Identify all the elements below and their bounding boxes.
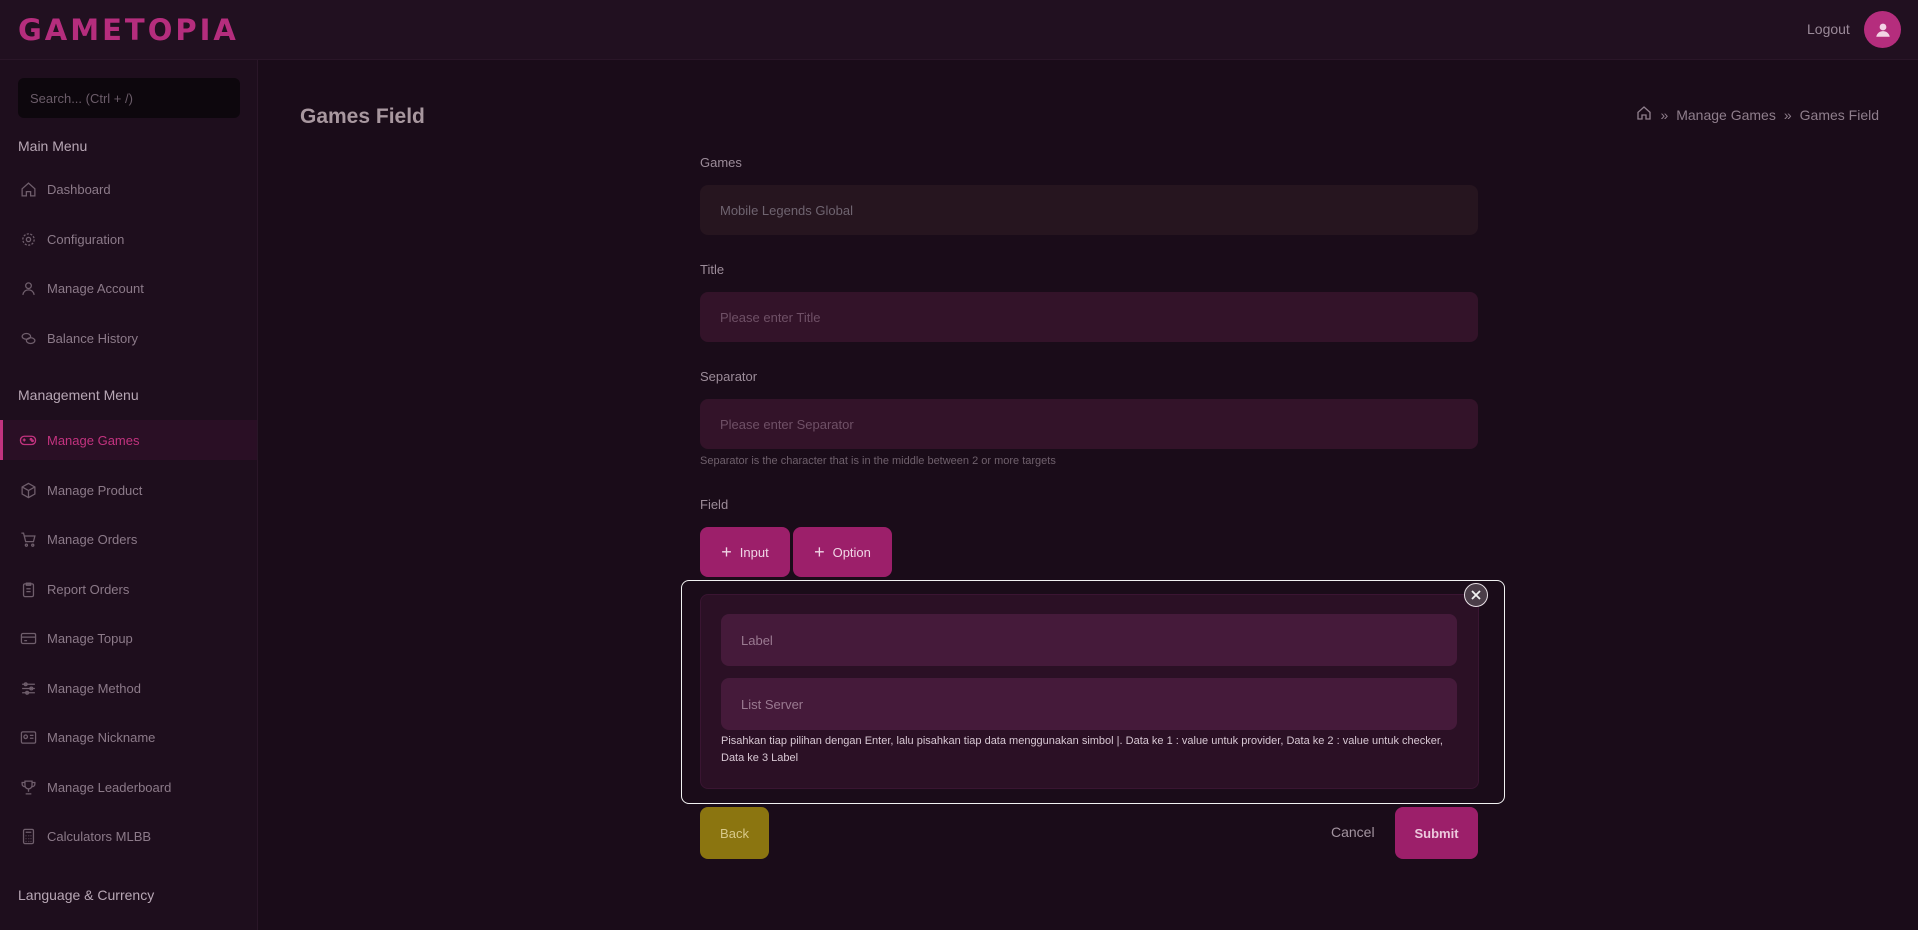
back-button[interactable]: Back <box>700 807 769 859</box>
separator-hint: Separator is the character that is in th… <box>700 455 1056 467</box>
sidebar-item-calculators-mlbb[interactable]: Calculators MLBB <box>0 816 257 856</box>
add-input-button[interactable]: + Input <box>700 527 790 577</box>
gear-icon <box>18 229 38 249</box>
add-option-label: Option <box>832 544 871 560</box>
cart-icon <box>18 529 38 549</box>
trophy-icon <box>18 777 38 797</box>
page-title: Games Field <box>300 105 425 128</box>
sidebar-item-manage-leaderboard[interactable]: Manage Leaderboard <box>0 767 257 807</box>
sidebar-item-manage-orders[interactable]: Manage Orders <box>0 519 257 559</box>
games-label: Games <box>700 155 742 170</box>
calculator-icon <box>18 826 38 846</box>
separator-label: Separator <box>700 369 758 384</box>
main-menu-heading: Main Menu <box>18 138 88 154</box>
user-icon <box>18 278 38 298</box>
plus-icon: + <box>814 542 825 562</box>
sidebar-item-label: Manage Orders <box>47 531 138 547</box>
sidebar-item-balance-history[interactable]: Balance History <box>0 318 257 358</box>
sidebar-item-label: Manage Topup <box>47 630 133 646</box>
sidebar-item-dashboard[interactable]: Dashboard <box>0 169 257 209</box>
submit-button[interactable]: Submit <box>1395 807 1478 859</box>
sidebar-item-label: Manage Games <box>47 432 140 448</box>
list-server-textarea[interactable]: List Server <box>721 678 1457 730</box>
title-label: Title <box>700 262 725 277</box>
option-label-input[interactable]: Label <box>721 614 1457 666</box>
sidebar-item-label: Manage Method <box>47 680 141 696</box>
chevrons-right-icon: » <box>1783 106 1792 123</box>
add-option-button[interactable]: + Option <box>793 527 892 577</box>
sidebar-item-label: Dashboard <box>47 181 111 197</box>
avatar[interactable] <box>1864 11 1901 48</box>
sidebar-item-label: Manage Product <box>47 482 143 498</box>
home-icon[interactable] <box>1636 105 1652 124</box>
box-icon <box>18 480 38 500</box>
option-hint: Pisahkan tiap pilihan dengan Enter, lalu… <box>721 735 1443 764</box>
id-card-icon <box>18 727 38 747</box>
sidebar-item-manage-product[interactable]: Manage Product <box>0 470 257 510</box>
logout-link[interactable]: Logout <box>1807 21 1850 37</box>
search-input[interactable] <box>18 78 240 118</box>
sidebar-item-label: Manage Nickname <box>47 729 156 745</box>
field-label: Field <box>700 497 729 512</box>
sidebar-item-label: Manage Account <box>47 280 144 296</box>
close-button[interactable] <box>1464 583 1488 607</box>
sidebar-item-configuration[interactable]: Configuration <box>0 219 257 259</box>
breadcrumb: » Manage Games » Games Field <box>1636 105 1879 124</box>
chevrons-right-icon: » <box>1660 106 1669 123</box>
sidebar-item-label: Manage Leaderboard <box>47 779 172 795</box>
app-logo[interactable]: GAMETOPIA <box>18 13 239 47</box>
sidebar-item-label: Calculators MLBB <box>47 828 152 844</box>
sidebar-item-manage-games[interactable]: Manage Games <box>0 420 257 460</box>
sidebar-item-manage-topup[interactable]: Manage Topup <box>0 618 257 658</box>
breadcrumb-manage-games[interactable]: Manage Games <box>1676 107 1776 123</box>
sidebar-item-manage-method[interactable]: Manage Method <box>0 668 257 708</box>
close-icon <box>1471 590 1481 600</box>
plus-icon: + <box>721 542 732 562</box>
clipboard-icon <box>18 579 38 599</box>
sidebar-item-manage-nickname[interactable]: Manage Nickname <box>0 717 257 757</box>
games-field: Mobile Legends Global <box>700 185 1478 235</box>
sidebar-item-label: Configuration <box>47 231 125 247</box>
separator-input[interactable]: Please enter Separator <box>700 399 1478 449</box>
add-input-label: Input <box>739 544 769 560</box>
card-icon <box>18 628 38 648</box>
title-input[interactable]: Please enter Title <box>700 292 1478 342</box>
sidebar-item-manage-account[interactable]: Manage Account <box>0 268 257 308</box>
sidebar: Main Menu Dashboard Configuration Manage… <box>0 60 258 930</box>
language-currency-heading: Language & Currency <box>18 887 155 903</box>
sidebar-item-report-orders[interactable]: Report Orders <box>0 569 257 609</box>
gamepad-icon <box>18 430 38 450</box>
home-icon <box>18 179 38 199</box>
top-bar: GAMETOPIA Logout <box>0 0 1918 60</box>
sidebar-item-label: Balance History <box>47 330 139 346</box>
coins-icon <box>18 328 38 348</box>
management-menu-heading: Management Menu <box>18 387 139 403</box>
breadcrumb-games-field: Games Field <box>1799 106 1879 123</box>
sliders-icon <box>18 678 38 698</box>
user-icon <box>1875 23 1890 37</box>
cancel-button[interactable]: Cancel <box>1331 824 1375 840</box>
sidebar-item-label: Report Orders <box>47 581 130 597</box>
